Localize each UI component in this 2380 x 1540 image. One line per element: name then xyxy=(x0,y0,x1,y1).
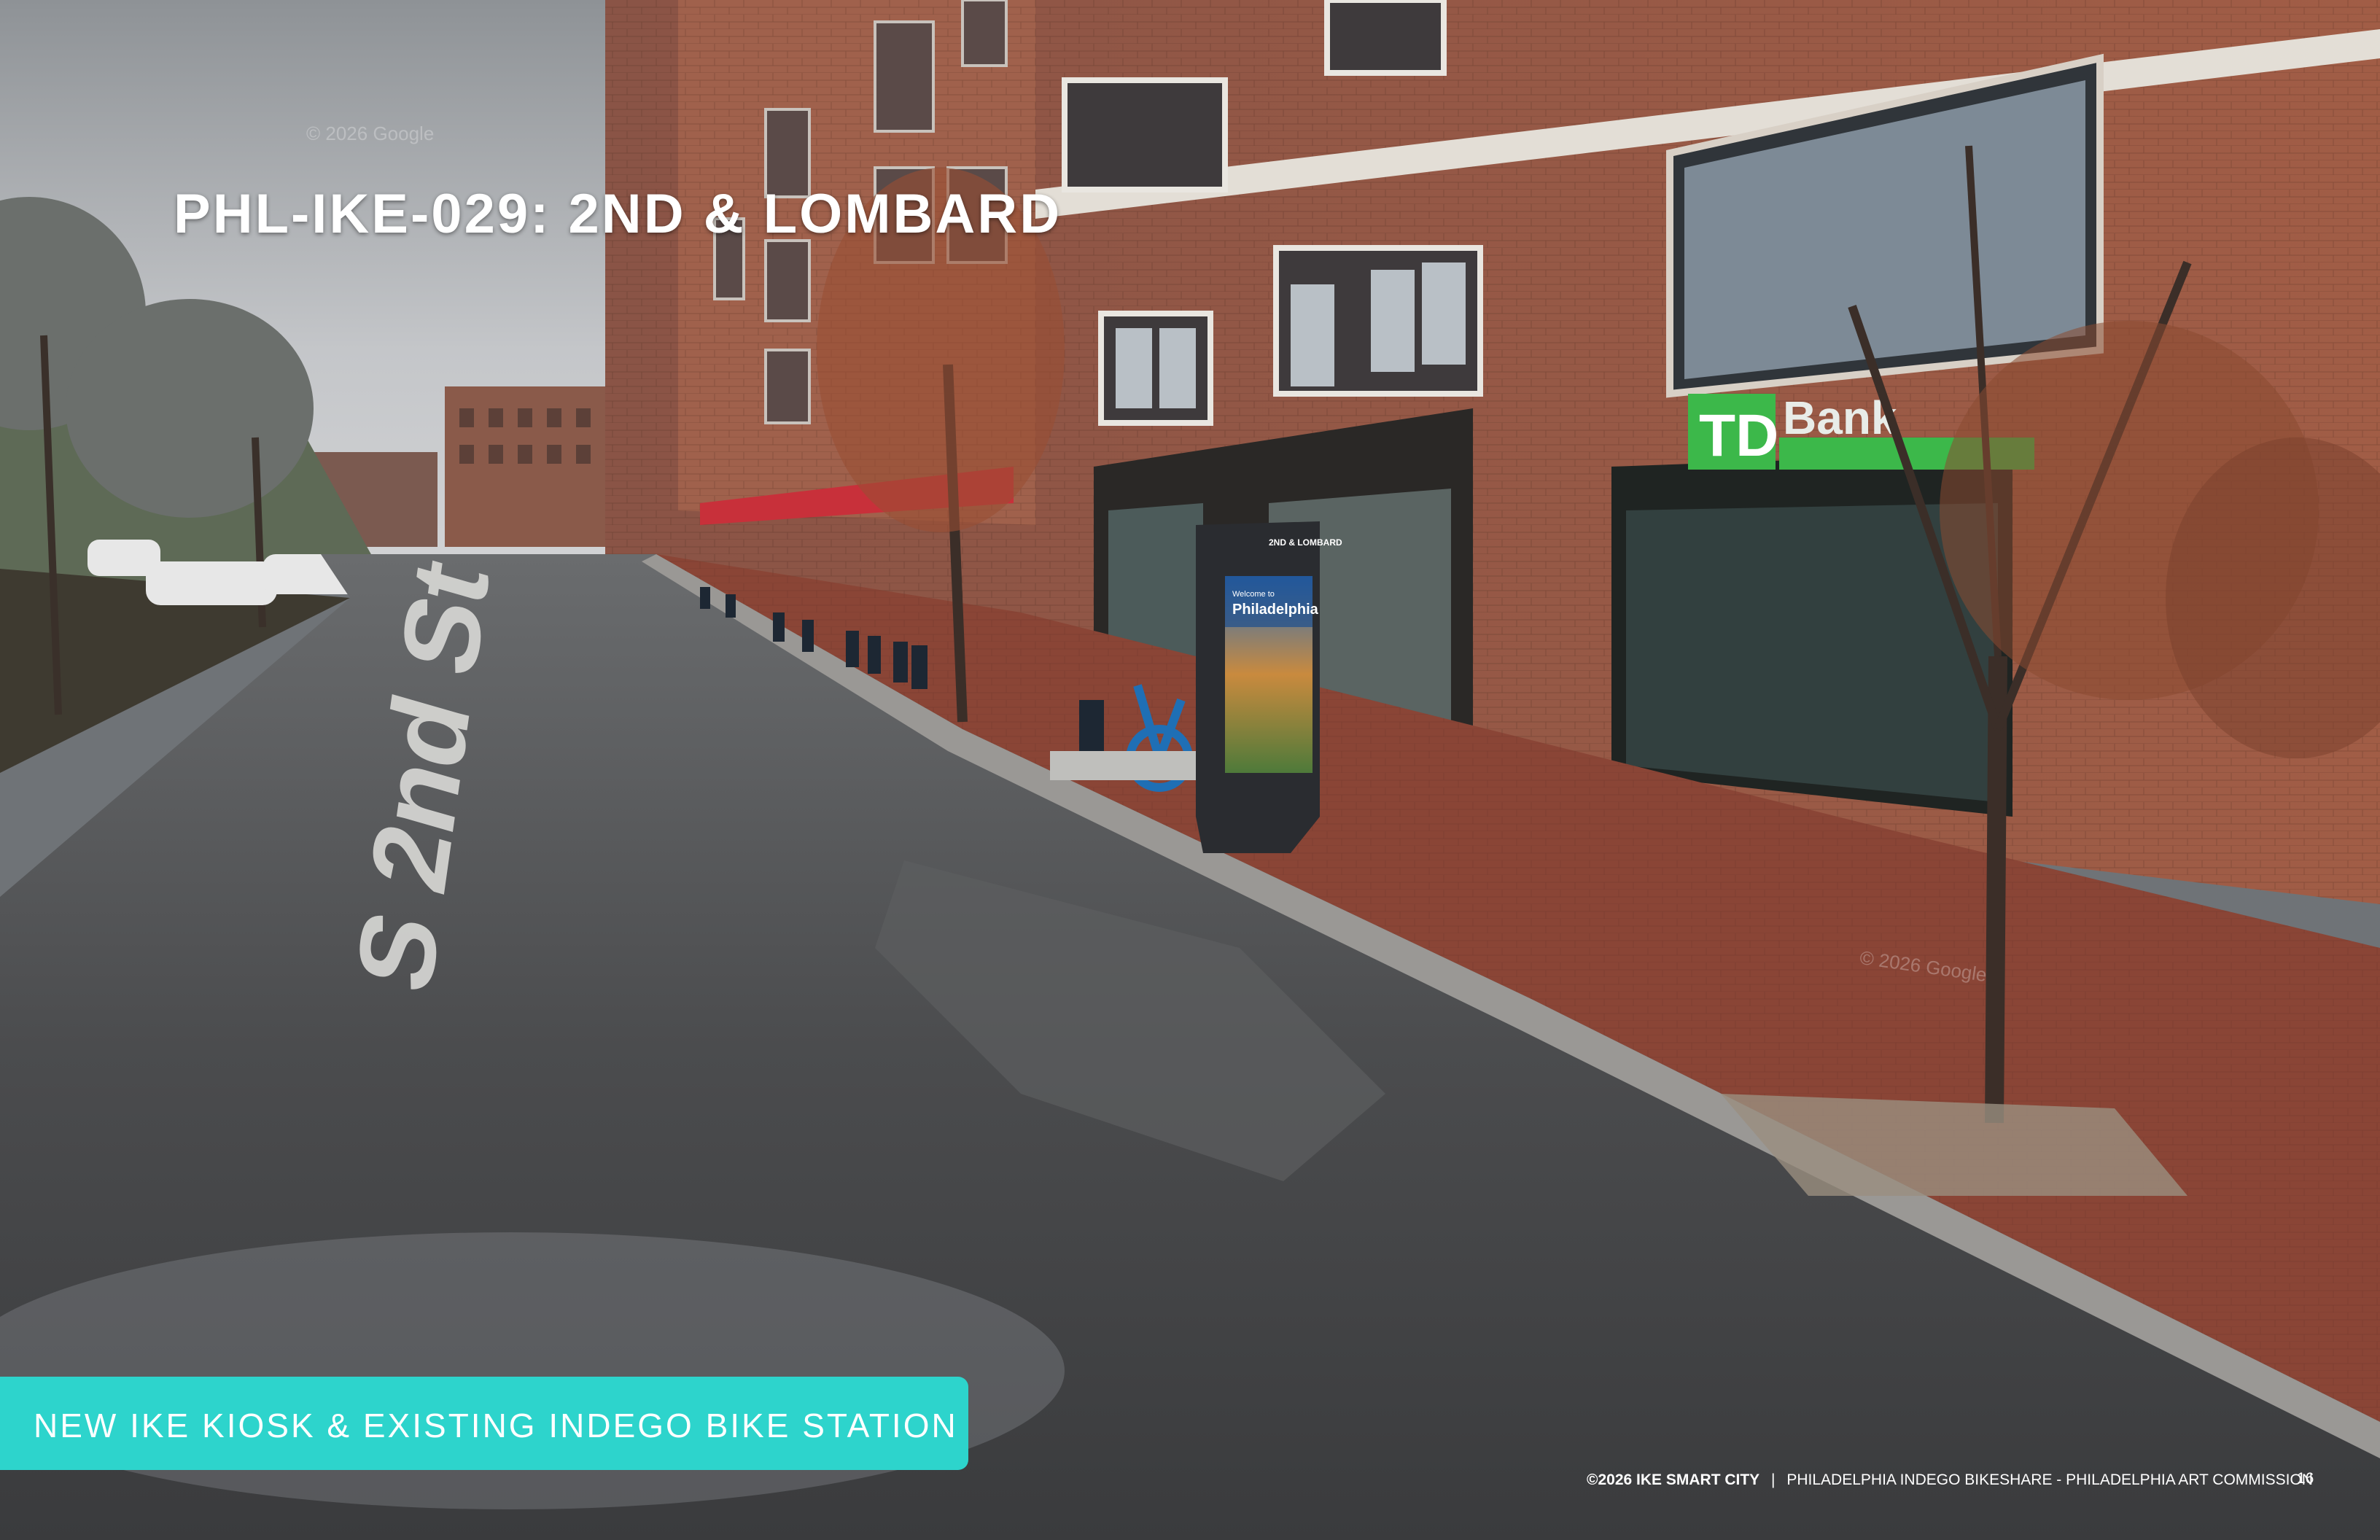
caption-banner: NEW IKE KIOSK & EXISTING INDEGO BIKE STA… xyxy=(0,1377,968,1470)
caption-text: NEW IKE KIOSK & EXISTING INDEGO BIKE STA… xyxy=(34,1407,958,1444)
td-logo-text: TD xyxy=(1699,402,1778,469)
footer-brand: ©2026 IKE SMART CITY xyxy=(1587,1471,1760,1488)
footer-separator: | xyxy=(1771,1471,1776,1488)
page-number: 16 xyxy=(2297,1470,2314,1487)
footer-text: PHILADELPHIA INDEGO BIKESHARE - PHILADEL… xyxy=(1786,1471,2313,1488)
kiosk-screen-line2: Philadelphia xyxy=(1232,602,1319,618)
kiosk-screen-line1: Welcome to xyxy=(1232,590,1275,599)
slide-title: PHL-IKE-029: 2ND & LOMBARD xyxy=(174,183,1062,245)
footer: ©2026 IKE SMART CITY | PHILADELPHIA INDE… xyxy=(1587,1471,2313,1489)
ike-kiosk xyxy=(1196,521,1320,853)
google-watermark: © 2026 Google xyxy=(306,122,435,144)
kiosk-header-text: 2ND & LOMBARD xyxy=(1269,537,1342,548)
